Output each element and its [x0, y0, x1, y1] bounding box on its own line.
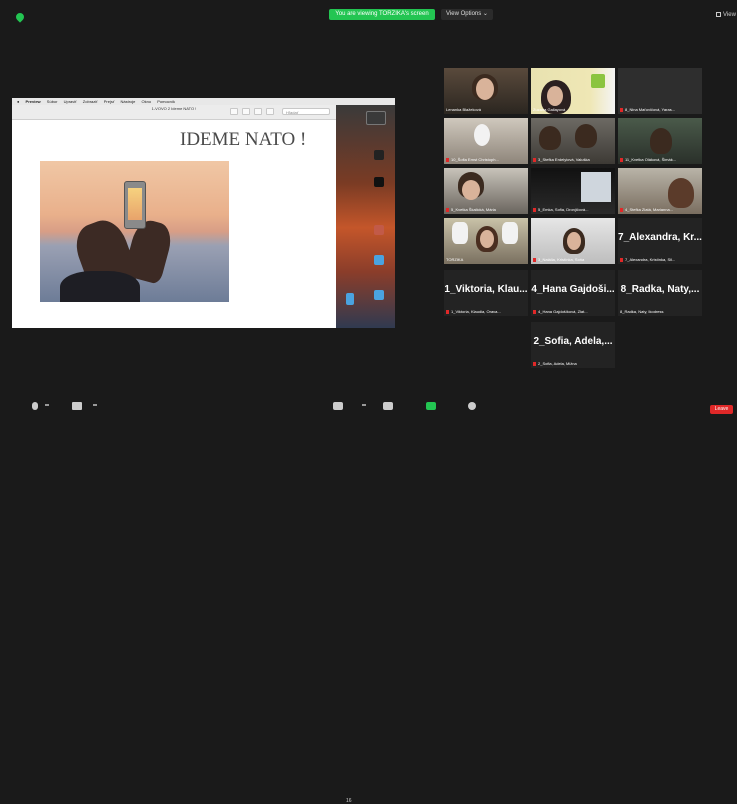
muted-mic-icon [446, 309, 449, 314]
participant-tile[interactable]: 4_Stefka Zlatá, Marianna... [618, 168, 702, 214]
chevron-up-icon[interactable] [45, 404, 49, 406]
muted-mic-icon [533, 207, 536, 212]
participant-gallery: Lenanka Blažeková Zuzana Gallayová 8_Nin… [0, 0, 737, 396]
participant-name: 4_Stefka Zlatá, Marianna... [620, 207, 700, 212]
participant-tile[interactable]: 8_Nina Maťovičová, Yaras... [618, 68, 702, 114]
participant-name-text: 8_Radka, Naty, Ikodress [620, 309, 664, 314]
person-shape [476, 78, 494, 100]
participant-tile[interactable]: 2_Sofia, Adela,... 2_Sofia, Adela, Mižna [531, 322, 615, 368]
participant-tile-active[interactable]: TORZIKA [444, 218, 528, 264]
muted-mic-icon [446, 157, 449, 162]
muted-mic-icon [620, 207, 623, 212]
participant-name-text: 5_Kvetka Škalická, Mária [451, 207, 496, 212]
participant-name: Zuzana Gallayová [533, 107, 613, 112]
window-shape [581, 172, 611, 202]
person-shape [575, 124, 597, 148]
participant-name-text: 8_Nina Maťovičová, Yaras... [625, 107, 676, 112]
participant-tile[interactable]: 5_Emka, Sofia, Dronjičová... [531, 168, 615, 214]
participant-name-text: 3_Stefka Erdelyiová, Valuška [538, 157, 590, 162]
participant-tile[interactable]: 5_Kvetka Škalická, Mária [444, 168, 528, 214]
video-camera-icon[interactable] [72, 402, 82, 410]
participant-tile[interactable]: 1_Viktoria, Klau... 1_Viktoria, Klaudia,… [444, 270, 528, 316]
participant-big-name: 2_Sofia, Adela,... [533, 336, 613, 347]
participant-name-text: 11_Kvetka Oláková, Šimák... [625, 157, 677, 162]
participant-tile[interactable]: 11_Kvetka Oláková, Šimák... [618, 118, 702, 164]
participant-name: 2_Sofia, Adela, Mižna [533, 361, 613, 366]
participant-name-text: 4_Hana Gajdošíková, Zlat... [538, 309, 588, 314]
muted-mic-icon [620, 157, 623, 162]
participant-name-text: 3_Natália, Kristínka, Soňa [538, 257, 585, 262]
person-shape [650, 128, 672, 154]
participant-tile[interactable]: Lenanka Blažeková [444, 68, 528, 114]
share-screen-icon[interactable] [426, 402, 436, 410]
participant-tile[interactable]: 8_Radka, Naty,... 8_Radka, Naty, Ikodres… [618, 270, 702, 316]
chevron-up-icon[interactable] [93, 404, 97, 406]
person-shape [474, 124, 490, 146]
muted-mic-icon [533, 157, 536, 162]
participant-name-text: 10_Šofia Ernst Christoph... [451, 157, 499, 162]
participant-name-text: 5_Emka, Sofia, Dronjičová... [538, 207, 589, 212]
participant-name: 10_Šofia Ernst Christoph... [446, 157, 526, 162]
participant-name-text: 2_Sofia, Adela, Mižna [538, 361, 577, 366]
person-shape [480, 230, 494, 248]
participant-name: Lenanka Blažeková [446, 107, 526, 112]
person-shape [547, 86, 563, 106]
person-shape [668, 178, 694, 208]
participant-name: 8_Nina Maťovičová, Yaras... [620, 107, 700, 112]
participant-name: 3_Stefka Erdelyiová, Valuška [533, 157, 613, 162]
participant-name-text: Lenanka Blažeková [446, 107, 481, 112]
participant-tile[interactable]: 7_Alexandra, Kr... 7_Alexandra, Kristínk… [618, 218, 702, 264]
participant-tile[interactable]: Zuzana Gallayová [531, 68, 615, 114]
participant-big-name: 7_Alexandra, Kr... [618, 232, 702, 243]
participant-tile[interactable]: 4_Hana Gajdoši... 4_Hana Gajdošíková, Zl… [531, 270, 615, 316]
muted-mic-icon [620, 257, 623, 262]
participant-name-text: 1_Viktoria, Klaudia, Orava... [451, 309, 501, 314]
chat-icon[interactable] [383, 402, 393, 410]
leave-button[interactable]: Leave [710, 405, 733, 414]
participant-big-name: 8_Radka, Naty,... [620, 284, 700, 295]
participant-name-text: 4_Stefka Zlatá, Marianna... [625, 207, 674, 212]
participant-name: 11_Kvetka Oláková, Šimák... [620, 157, 700, 162]
chevron-up-icon[interactable] [362, 404, 366, 406]
participants-count: 16 [346, 798, 352, 804]
participant-name-text: Zuzana Gallayová [533, 107, 566, 112]
participant-name: 8_Radka, Naty, Ikodress [620, 309, 700, 314]
participant-name-text: 7_Alexandra, Kristínka, Sil... [625, 257, 676, 262]
participant-big-name: 1_Viktoria, Klau... [444, 284, 528, 295]
participant-name: 3_Natália, Kristínka, Soňa [533, 257, 613, 262]
participant-name: 7_Alexandra, Kristínka, Sil... [620, 257, 700, 262]
muted-mic-icon [533, 309, 536, 314]
participant-tile[interactable]: 3_Stefka Erdelyiová, Valuška [531, 118, 615, 164]
participant-name-text: TORZIKA [446, 257, 464, 262]
hand-shape [502, 222, 518, 244]
person-shape [462, 180, 480, 200]
muted-mic-icon [533, 257, 536, 262]
person-shape [567, 232, 581, 250]
muted-mic-icon [533, 361, 536, 366]
participant-name: 5_Kvetka Škalická, Mária [446, 207, 526, 212]
participant-big-name: 4_Hana Gajdoši... [531, 284, 615, 295]
participant-tile[interactable]: 3_Natália, Kristínka, Soňa [531, 218, 615, 264]
muted-mic-icon [446, 207, 449, 212]
participant-name: TORZIKA [446, 257, 526, 262]
participant-name: 5_Emka, Sofia, Dronjičová... [533, 207, 613, 212]
muted-mic-icon [620, 107, 623, 112]
participant-name: 4_Hana Gajdošíková, Zlat... [533, 309, 613, 314]
participant-name: 1_Viktoria, Klaudia, Orava... [446, 309, 526, 314]
bottom-toolbar: 16 [0, 396, 737, 804]
logo-icon [591, 74, 605, 88]
microphone-icon[interactable] [32, 402, 38, 410]
person-shape [539, 126, 561, 150]
reactions-icon[interactable] [468, 402, 476, 410]
participants-icon[interactable] [333, 402, 343, 410]
participant-tile[interactable]: 10_Šofia Ernst Christoph... [444, 118, 528, 164]
hand-shape [452, 222, 468, 244]
